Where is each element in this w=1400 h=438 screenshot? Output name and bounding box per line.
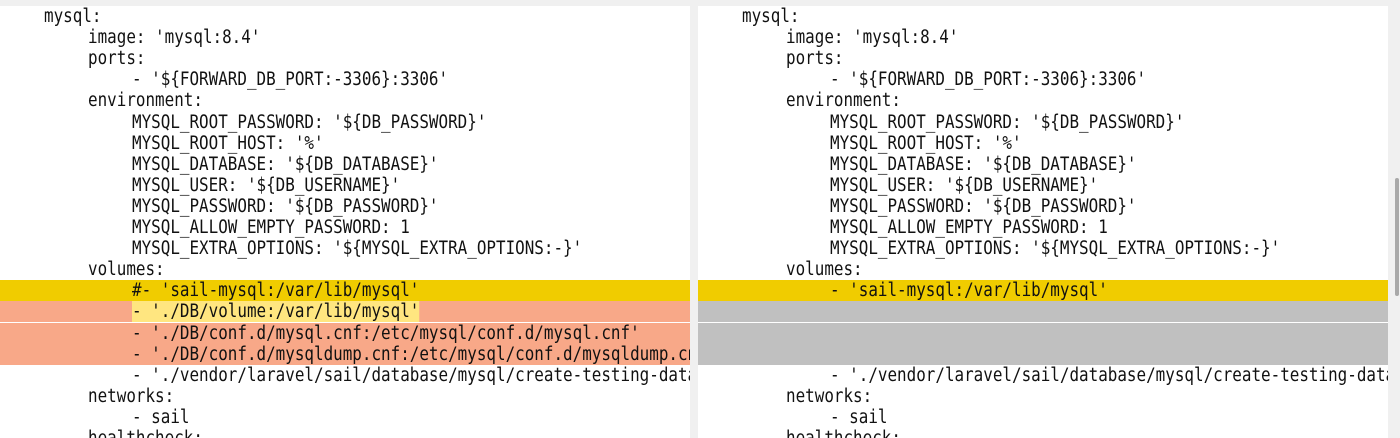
diff-line-text: #- 'sail-mysql:/var/lib/mysql' [132, 280, 420, 302]
diff-line-text: healthcheck: [88, 428, 203, 438]
diff-line: volumes: [698, 259, 1388, 280]
scrollbar-thumb[interactable] [1395, 178, 1399, 296]
diff-line-text: - './DB/conf.d/mysql.cnf:/etc/mysql/conf… [132, 322, 640, 344]
diff-line: healthcheck: [698, 428, 1388, 438]
diff-line: MYSQL_USER: '${DB_USERNAME}' [0, 175, 690, 196]
diff-line-text: - '${FORWARD_DB_PORT:-3306}:3306' [132, 69, 449, 91]
diff-line-text: MYSQL_ROOT_PASSWORD: '${DB_PASSWORD}' [830, 111, 1185, 133]
diff-line: - './DB/volume:/var/lib/mysql' [0, 301, 690, 323]
diff-line-text: MYSQL_ROOT_PASSWORD: '${DB_PASSWORD}' [132, 111, 487, 133]
diff-line: ports: [698, 48, 1388, 69]
diff-line: MYSQL_ROOT_PASSWORD: '${DB_PASSWORD}' [698, 112, 1388, 133]
diff-line: - 'sail-mysql:/var/lib/mysql' [698, 280, 1388, 302]
diff-line: - './DB/conf.d/mysql.cnf:/etc/mysql/conf… [0, 322, 690, 344]
diff-line-text: MYSQL_ALLOW_EMPTY_PASSWORD: 1 [132, 217, 410, 238]
diff-line: MYSQL_ROOT_HOST: '%' [0, 133, 690, 154]
diff-line: MYSQL_ALLOW_EMPTY_PASSWORD: 1 [0, 217, 690, 238]
diff-line-text: mysql: [44, 6, 102, 27]
diff-line: image: 'mysql:8.4' [698, 27, 1388, 48]
diff-line-text: environment: [88, 90, 203, 112]
diff-line-text: MYSQL_PASSWORD: '${DB_PASSWORD}' [830, 195, 1137, 217]
diff-line: mysql: [0, 6, 690, 27]
left-pane[interactable]: mysql: image: 'mysql:8.4' ports: - '${FORWA… [0, 6, 690, 438]
diff-line-text: - '${FORWARD_DB_PORT:-3306}:3306' [830, 69, 1147, 91]
diff-line-text: image: 'mysql:8.4' [88, 27, 261, 49]
diff-line: - './vendor/laravel/sail/database/mysql/… [698, 365, 1388, 386]
diff-line: - sail [698, 407, 1388, 428]
diff-line: MYSQL_PASSWORD: '${DB_PASSWORD}' [0, 196, 690, 217]
diff-line-text: networks: [786, 385, 873, 407]
diff-line [698, 343, 1388, 365]
diff-line: MYSQL_ALLOW_EMPTY_PASSWORD: 1 [698, 217, 1388, 238]
diff-line-text: - './vendor/laravel/sail/database/mysql/… [830, 364, 1388, 386]
diff-line-text: volumes: [786, 259, 863, 281]
diff-line: - '${FORWARD_DB_PORT:-3306}:3306' [698, 69, 1388, 90]
diff-line: environment: [698, 90, 1388, 111]
diff-line-text: - sail [132, 406, 190, 428]
diff-line-text: MYSQL_ROOT_HOST: '%' [830, 132, 1022, 154]
diff-line: ports: [0, 48, 690, 69]
diff-line-text: ports: [786, 48, 844, 70]
diff-line: #- 'sail-mysql:/var/lib/mysql' [0, 280, 690, 302]
diff-line-text: networks: [88, 385, 175, 407]
diff-line: networks: [0, 386, 690, 407]
diff-line-text: - './DB/conf.d/mysqldump.cnf:/etc/mysql/… [132, 343, 690, 365]
diff-line: volumes: [0, 259, 690, 280]
diff-line: MYSQL_USER: '${DB_USERNAME}' [698, 175, 1388, 196]
right-pane[interactable]: mysql: image: 'mysql:8.4' ports: - '${FORWA… [698, 6, 1388, 438]
diff-line: MYSQL_DATABASE: '${DB_DATABASE}' [698, 154, 1388, 175]
diff-line-text: MYSQL_USER: '${DB_USERNAME}' [132, 174, 401, 196]
diff-line-text: image: 'mysql:8.4' [786, 27, 959, 49]
diff-line-text: ports: [88, 48, 146, 70]
diff-line: environment: [0, 90, 690, 111]
diff-line: MYSQL_ROOT_PASSWORD: '${DB_PASSWORD}' [0, 112, 690, 133]
diff-line: healthcheck: [0, 428, 690, 438]
diff-line-text: environment: [786, 90, 901, 112]
diff-line: - './DB/conf.d/mysqldump.cnf:/etc/mysql/… [0, 343, 690, 365]
diff-line-text: MYSQL_EXTRA_OPTIONS: '${MYSQL_EXTRA_OPTI… [132, 238, 583, 260]
diff-line-text: MYSQL_ROOT_HOST: '%' [132, 132, 324, 154]
diff-line: MYSQL_EXTRA_OPTIONS: '${MYSQL_EXTRA_OPTI… [0, 238, 690, 259]
diff-line: - sail [0, 407, 690, 428]
diff-line: image: 'mysql:8.4' [0, 27, 690, 48]
diff-line: MYSQL_ROOT_HOST: '%' [698, 133, 1388, 154]
diff-line-text: MYSQL_EXTRA_OPTIONS: '${MYSQL_EXTRA_OPTI… [830, 238, 1281, 260]
diff-line: MYSQL_PASSWORD: '${DB_PASSWORD}' [698, 196, 1388, 217]
diff-line: mysql: [698, 6, 1388, 27]
diff-line-text: - 'sail-mysql:/var/lib/mysql' [830, 280, 1108, 302]
diff-line: networks: [698, 386, 1388, 407]
inline-change-highlight: - './DB/volume:/var/lib/mysql' [132, 301, 420, 323]
diff-line-text: MYSQL_ALLOW_EMPTY_PASSWORD: 1 [830, 217, 1108, 238]
diff-line-text: - './vendor/laravel/sail/database/mysql/… [132, 364, 690, 386]
diff-line-text: MYSQL_PASSWORD: '${DB_PASSWORD}' [132, 195, 439, 217]
diff-line: MYSQL_DATABASE: '${DB_DATABASE}' [0, 154, 690, 175]
diff-line: - '${FORWARD_DB_PORT:-3306}:3306' [0, 69, 690, 90]
diff-line-text: volumes: [88, 259, 165, 281]
diff-line-text: MYSQL_DATABASE: '${DB_DATABASE}' [830, 153, 1137, 175]
diff-viewer: mysql: image: 'mysql:8.4' ports: - '${FORWA… [0, 0, 1400, 438]
diff-line-text: MYSQL_USER: '${DB_USERNAME}' [830, 174, 1099, 196]
diff-line-text: - './DB/volume:/var/lib/mysql' [132, 301, 420, 323]
diff-line: MYSQL_EXTRA_OPTIONS: '${MYSQL_EXTRA_OPTI… [698, 238, 1388, 259]
diff-line [698, 322, 1388, 344]
diff-line-text: MYSQL_DATABASE: '${DB_DATABASE}' [132, 153, 439, 175]
diff-line-text: - sail [830, 406, 888, 428]
diff-line-text: mysql: [742, 6, 800, 27]
diff-line: - './vendor/laravel/sail/database/mysql/… [0, 365, 690, 386]
diff-line [698, 301, 1388, 323]
pane-divider[interactable] [690, 0, 698, 438]
diff-line-text: healthcheck: [786, 428, 901, 438]
